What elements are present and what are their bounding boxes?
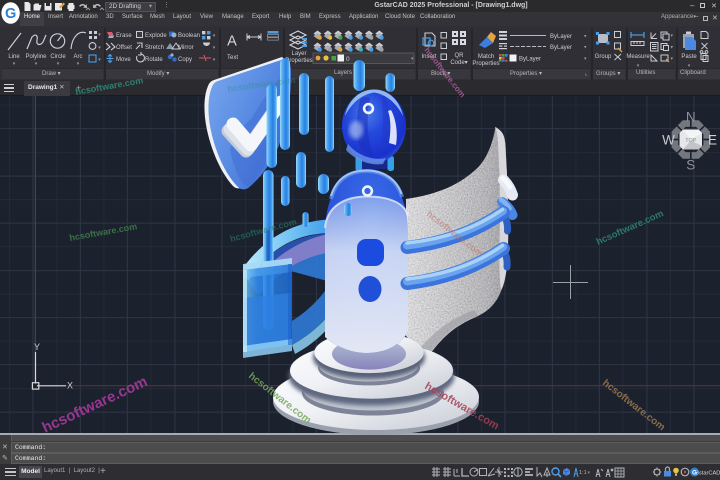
svg-text:Properties: Properties [472, 61, 499, 67]
svg-text:GstarCAD: GstarCAD [695, 471, 720, 477]
svg-text:Properties: Properties [285, 58, 312, 64]
svg-text:Paste: Paste [681, 54, 697, 60]
svg-text:▾: ▾ [584, 34, 587, 40]
svg-text:Text: Text [227, 55, 238, 61]
svg-text:▾: ▾ [688, 63, 691, 69]
svg-text:Stretch: Stretch [145, 45, 164, 51]
svg-text:Code▾: Code▾ [450, 60, 467, 66]
svg-text:Mirror: Mirror [178, 45, 194, 51]
svg-text:Erase: Erase [116, 33, 132, 39]
svg-text:▾: ▾ [671, 33, 674, 39]
svg-text:Insert: Insert [421, 54, 436, 60]
svg-text:Boolean: Boolean [178, 33, 200, 39]
svg-text:▾: ▾ [584, 56, 587, 62]
svg-text:1:1: 1:1 [579, 470, 587, 476]
svg-text:▾: ▾ [35, 61, 38, 67]
svg-text:Arc: Arc [74, 54, 83, 60]
svg-text:G: G [5, 6, 16, 22]
svg-text:Match: Match [478, 54, 494, 60]
svg-text:Rotate: Rotate [145, 57, 163, 63]
svg-text:Offset: Offset [116, 45, 132, 51]
svg-text:▾: ▾ [584, 45, 587, 51]
svg-text:▾: ▾ [637, 63, 640, 69]
svg-text:ByLayer: ByLayer [550, 45, 572, 51]
svg-text:▾: ▾ [213, 33, 216, 39]
svg-text:ByLayer: ByLayer [519, 57, 541, 63]
svg-text:▾: ▾ [98, 32, 101, 38]
svg-text:Polyline: Polyline [25, 54, 47, 60]
svg-text:▾: ▾ [57, 61, 60, 67]
svg-text:0: 0 [346, 56, 350, 63]
svg-text:▾: ▾ [671, 56, 674, 62]
svg-text:▾: ▾ [671, 45, 674, 51]
svg-text:Explode: Explode [145, 33, 167, 39]
svg-text:Group: Group [595, 54, 612, 60]
svg-text:Measure: Measure [626, 54, 650, 60]
svg-text:▾: ▾ [98, 45, 101, 51]
svg-text:▾: ▾ [213, 57, 216, 63]
svg-text:Line: Line [8, 54, 20, 60]
svg-text:▾: ▾ [77, 61, 80, 67]
svg-text:Move: Move [116, 57, 131, 63]
svg-text:Circle: Circle [50, 54, 66, 60]
svg-text:▾: ▾ [13, 61, 16, 67]
svg-text:Layer: Layer [291, 51, 306, 57]
svg-text:▾: ▾ [588, 470, 591, 476]
svg-text:▾: ▾ [213, 45, 216, 51]
svg-text:▾: ▾ [98, 57, 101, 63]
svg-text:ByLayer: ByLayer [550, 34, 572, 40]
svg-text:Copy: Copy [178, 57, 192, 63]
svg-text:A: A [227, 34, 237, 50]
svg-text:QR: QR [455, 53, 465, 59]
